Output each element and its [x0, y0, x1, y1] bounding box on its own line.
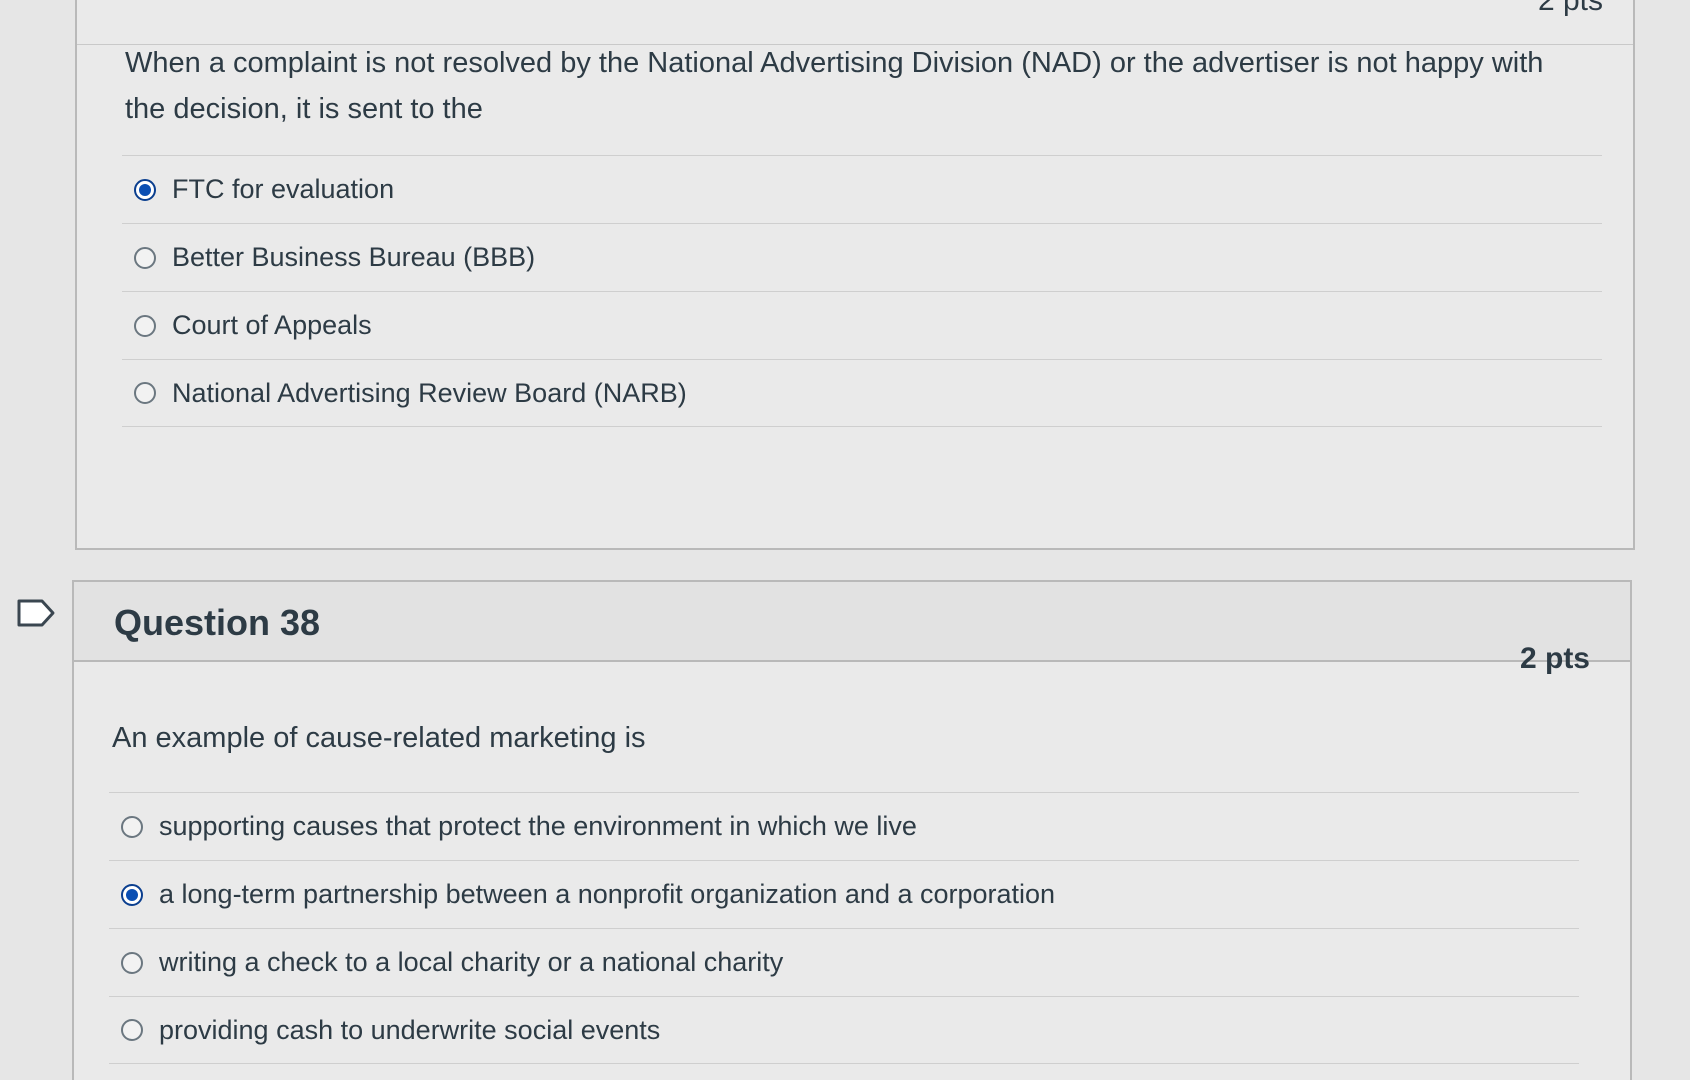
question-37-answers: FTC for evaluation Better Business Burea… — [122, 155, 1602, 427]
question-37-points: 2 pts — [1537, 0, 1603, 17]
question-38-title: Question 38 — [114, 602, 321, 643]
question-38-header: Question 38 2 pts — [74, 582, 1630, 675]
radio-button[interactable] — [121, 1019, 143, 1041]
radio-button[interactable] — [134, 246, 156, 269]
question-38-points: 2 pts — [1519, 642, 1590, 675]
radio-button[interactable] — [121, 815, 143, 838]
radio-button[interactable] — [134, 314, 156, 337]
question-38-card: Question 38 2 pts An example of cause-re… — [72, 580, 1632, 1080]
question-38-answers: supporting causes that protect the envir… — [109, 792, 1579, 1064]
answer-label: supporting causes that protect the envir… — [159, 811, 917, 841]
answer-option[interactable]: FTC for evaluation — [122, 155, 1602, 223]
answer-label: Court of Appeals — [172, 310, 372, 340]
radio-button[interactable] — [121, 951, 143, 974]
answer-option[interactable]: writing a check to a local charity or a … — [109, 928, 1579, 996]
quiz-page: 2 pts When a complaint is not resolved b… — [0, 0, 1690, 1080]
answer-label: FTC for evaluation — [172, 174, 395, 204]
question-37-text: When a complaint is not resolved by the … — [125, 47, 1544, 125]
radio-button-selected[interactable] — [121, 883, 143, 906]
question-37-header: 2 pts — [77, 0, 1633, 45]
answer-option[interactable]: Better Business Bureau (BBB) — [122, 223, 1602, 291]
question-38-text: An example of cause-related marketing is — [112, 722, 646, 754]
answer-label: writing a check to a local charity or a … — [159, 947, 784, 977]
flag-question-icon[interactable] — [16, 598, 56, 628]
answer-option[interactable]: a long-term partnership between a nonpro… — [109, 860, 1579, 928]
question-37-card: 2 pts When a complaint is not resolved b… — [75, 0, 1635, 550]
answer-label: a long-term partnership between a nonpro… — [159, 879, 1056, 909]
radio-button[interactable] — [134, 382, 156, 404]
answer-option[interactable]: National Advertising Review Board (NARB) — [122, 359, 1602, 427]
answer-label: National Advertising Review Board (NARB) — [172, 377, 687, 408]
answer-option[interactable]: supporting causes that protect the envir… — [109, 792, 1579, 860]
answer-label: providing cash to underwrite social even… — [159, 1014, 661, 1045]
answer-label: Better Business Bureau (BBB) — [172, 242, 536, 272]
radio-button-selected[interactable] — [134, 178, 156, 201]
answer-option[interactable]: Court of Appeals — [122, 291, 1602, 359]
answer-option[interactable]: providing cash to underwrite social even… — [109, 996, 1579, 1064]
